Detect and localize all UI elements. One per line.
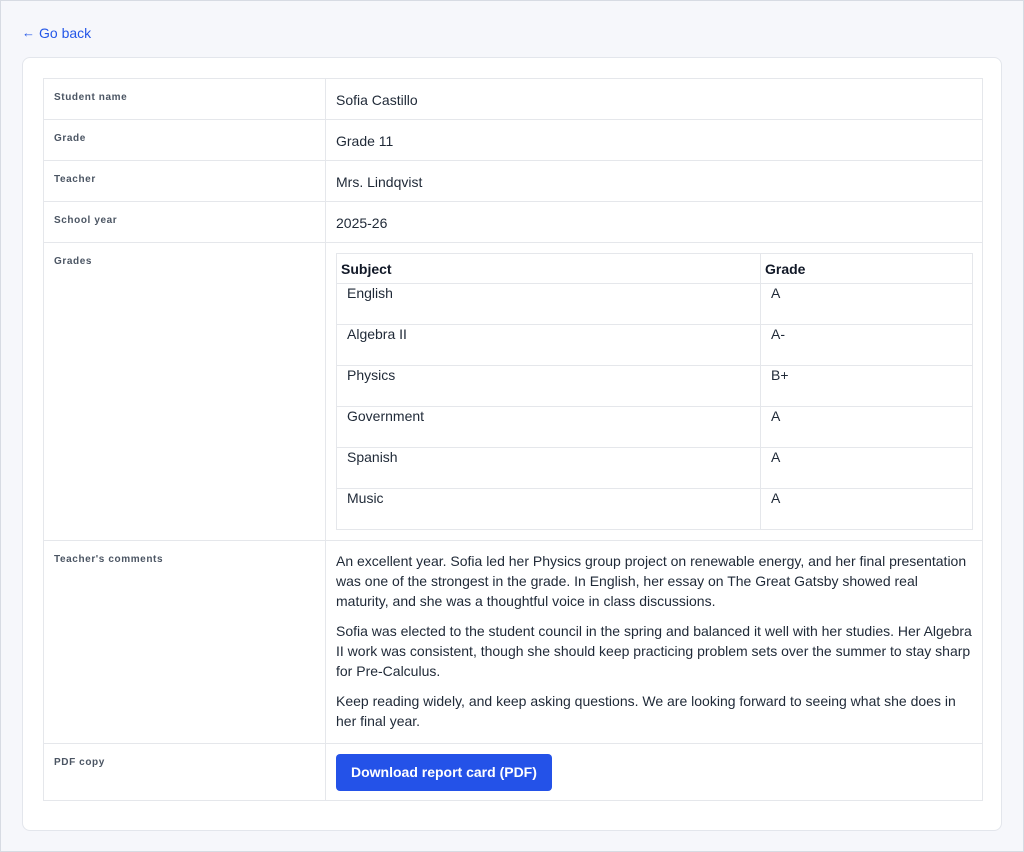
column-header-grade: Grade xyxy=(760,253,973,284)
grade-cell: A- xyxy=(760,324,973,366)
field-label: Grades xyxy=(43,242,326,541)
report-card-panel: Student name Sofia Castillo Grade Grade … xyxy=(22,57,1002,831)
field-label: PDF copy xyxy=(43,743,326,801)
column-header-subject: Subject xyxy=(336,253,761,284)
download-pdf-button[interactable]: Download report card (PDF) xyxy=(336,754,552,791)
table-row: Music A xyxy=(336,488,973,530)
table-row: Spanish A xyxy=(336,447,973,489)
detail-row-pdf: PDF copy Download report card (PDF) xyxy=(43,743,983,801)
subject-cell: Physics xyxy=(336,365,761,407)
subject-cell: Spanish xyxy=(336,447,761,489)
grade-cell: A xyxy=(760,283,973,325)
grades-table-header: Subject Grade xyxy=(336,253,973,284)
grades-cell: Subject Grade English A Algebra II A- Ph… xyxy=(325,242,983,541)
go-back-label: Go back xyxy=(39,25,92,41)
report-card-details: Student name Sofia Castillo Grade Grade … xyxy=(43,78,983,801)
table-row: Algebra II A- xyxy=(336,324,973,366)
field-label: Teacher's comments xyxy=(43,540,326,744)
subject-cell: Algebra II xyxy=(336,324,761,366)
comment-paragraph: An excellent year. Sofia led her Physics… xyxy=(336,553,967,609)
grade-cell: B+ xyxy=(760,365,973,407)
subject-cell: English xyxy=(336,283,761,325)
detail-row-grade: Grade Grade 11 xyxy=(43,119,983,161)
grade-cell: A xyxy=(760,447,973,489)
grade-cell: A xyxy=(760,406,973,448)
go-back-link[interactable]: ← Go back xyxy=(22,25,91,41)
arrow-left-icon: ← xyxy=(22,25,35,40)
field-label: Teacher xyxy=(43,160,326,202)
table-row: Physics B+ xyxy=(336,365,973,407)
teacher-comments: An excellent year. Sofia led her Physics… xyxy=(325,540,983,744)
table-row: English A xyxy=(336,283,973,325)
field-label: School year xyxy=(43,201,326,243)
comment-paragraph: Sofia was elected to the student council… xyxy=(336,623,972,679)
teacher-value: Mrs. Lindqvist xyxy=(325,160,983,202)
grade-cell: A xyxy=(760,488,973,530)
subject-cell: Music xyxy=(336,488,761,530)
detail-row-teacher: Teacher Mrs. Lindqvist xyxy=(43,160,983,202)
detail-row-grades: Grades Subject Grade English A Algebra I… xyxy=(43,242,983,541)
detail-row-student-name: Student name Sofia Castillo xyxy=(43,78,983,120)
detail-row-school-year: School year 2025-26 xyxy=(43,201,983,243)
grades-table: Subject Grade English A Algebra II A- Ph… xyxy=(336,253,973,530)
comment-paragraph: Keep reading widely, and keep asking que… xyxy=(336,693,956,729)
detail-row-comments: Teacher's comments An excellent year. So… xyxy=(43,540,983,744)
field-label: Grade xyxy=(43,119,326,161)
subject-cell: Government xyxy=(336,406,761,448)
pdf-cell: Download report card (PDF) xyxy=(325,743,983,801)
grade-level-value: Grade 11 xyxy=(325,119,983,161)
student-name-value: Sofia Castillo xyxy=(325,78,983,120)
table-row: Government A xyxy=(336,406,973,448)
field-label: Student name xyxy=(43,78,326,120)
school-year-value: 2025-26 xyxy=(325,201,983,243)
